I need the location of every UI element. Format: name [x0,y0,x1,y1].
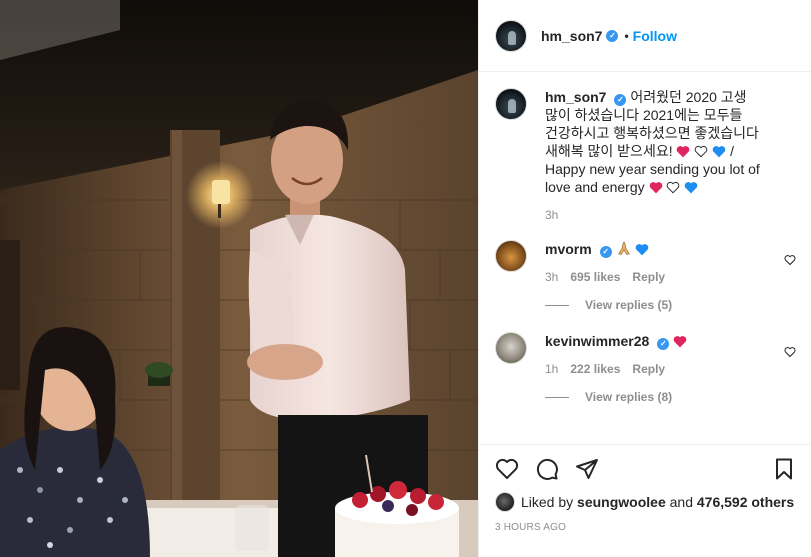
caption: hm_son7 ✓ 어려웠던 2020 고생 많이 하셨습니다 2021에는 모두… [495,88,796,222]
comment-username-link[interactable]: mvorm [545,241,592,257]
verified-badge-icon: ✓ [606,29,619,42]
blue-heart-emoji-icon [712,146,726,158]
follow-button[interactable]: Follow [633,28,677,44]
caption-username-link[interactable]: hm_son7 [545,89,606,105]
header-separator: • [624,28,629,43]
liker-username-link[interactable]: seungwoolee [577,494,666,510]
comment-item: kevinwimmer28 ✓ 1h 222 likes Reply [495,332,796,376]
heart-outline-icon[interactable] [495,457,519,481]
caption-avatar[interactable] [495,88,527,120]
comment-body: mvorm ✓ 3h 695 likes Reply [545,240,775,284]
verified-badge-icon: ✓ [657,338,670,350]
comment-body: kevinwimmer28 ✓ 1h 222 likes Reply [545,332,775,376]
comment-username-link[interactable]: kevinwimmer28 [545,333,649,349]
header-author: hm_son7 ✓ • Follow [541,28,677,44]
replies-divider [545,396,569,398]
caption-time[interactable]: 3h [545,208,558,222]
paper-plane-icon[interactable] [575,457,599,481]
verified-badge-icon: ✓ [614,94,627,106]
reply-button[interactable]: Reply [632,362,665,376]
post-photo[interactable] [0,0,478,557]
comment-time[interactable]: 1h [545,362,558,376]
white-heart-emoji-icon [667,181,680,194]
likes-count-link[interactable]: 476,592 others [697,494,794,510]
folded-hands-emoji-icon [617,242,630,255]
post-header: hm_son7 ✓ • Follow [479,0,811,72]
liked-by-row: Liked by seungwoolee and 476,592 others [495,492,794,512]
post-timestamp[interactable]: 3 hours ago [495,522,566,533]
comment-like-heart-icon[interactable] [784,346,796,358]
liker-avatar[interactable] [495,492,515,512]
comment-avatar[interactable] [495,240,527,272]
comment-meta: 3h 695 likes Reply [545,270,775,284]
comment-like-heart-icon[interactable] [784,254,796,266]
comments-list[interactable]: hm_son7 ✓ 어려웠던 2020 고생 많이 하셨습니다 2021에는 모두… [479,72,811,444]
replies-divider [545,304,569,306]
post-photo-illustration [0,0,478,557]
comment-likes[interactable]: 222 likes [570,362,620,376]
view-replies-label: View replies (8) [585,390,673,404]
comment-item: mvorm ✓ 3h 695 likes Reply [495,240,796,284]
comment-text: mvorm ✓ [545,240,775,258]
comment-likes[interactable]: 695 likes [570,270,620,284]
caption-body: hm_son7 ✓ 어려웠던 2020 고생 많이 하셨습니다 2021에는 모두… [545,88,775,222]
red-heart-emoji-icon [673,336,687,348]
view-replies-button[interactable]: View replies (5) [545,298,796,312]
liked-by-prefix: Liked by [521,494,574,510]
comment-bubble-icon[interactable] [535,457,559,481]
post-details-panel: hm_son7 ✓ • Follow hm_son7 ✓ 어려웠던 2020 고생… [478,0,811,557]
author-avatar[interactable] [495,19,527,52]
red-heart-emoji-icon [677,146,690,158]
view-replies-label: View replies (5) [585,298,673,312]
caption-text: hm_son7 ✓ 어려웠던 2020 고생 많이 하셨습니다 2021에는 모두… [545,88,775,196]
comment-avatar[interactable] [495,332,527,364]
verified-badge-icon: ✓ [599,246,612,258]
comment-time[interactable]: 3h [545,270,558,284]
bookmark-icon[interactable] [772,457,796,481]
liked-by-middle: and [669,494,693,510]
comment-text: kevinwimmer28 ✓ [545,332,775,350]
blue-heart-emoji-icon [636,244,649,256]
view-replies-button[interactable]: View replies (8) [545,390,796,404]
red-heart-emoji-icon [649,182,662,194]
reply-button[interactable]: Reply [632,270,665,284]
blue-heart-emoji-icon [685,182,698,194]
action-icons-row [495,457,796,481]
caption-meta: 3h [545,208,775,222]
post-actions: Liked by seungwoolee and 476,592 others … [479,444,811,557]
comment-meta: 1h 222 likes Reply [545,362,775,376]
white-heart-emoji-icon [695,145,708,158]
author-username-link[interactable]: hm_son7 [541,28,602,44]
